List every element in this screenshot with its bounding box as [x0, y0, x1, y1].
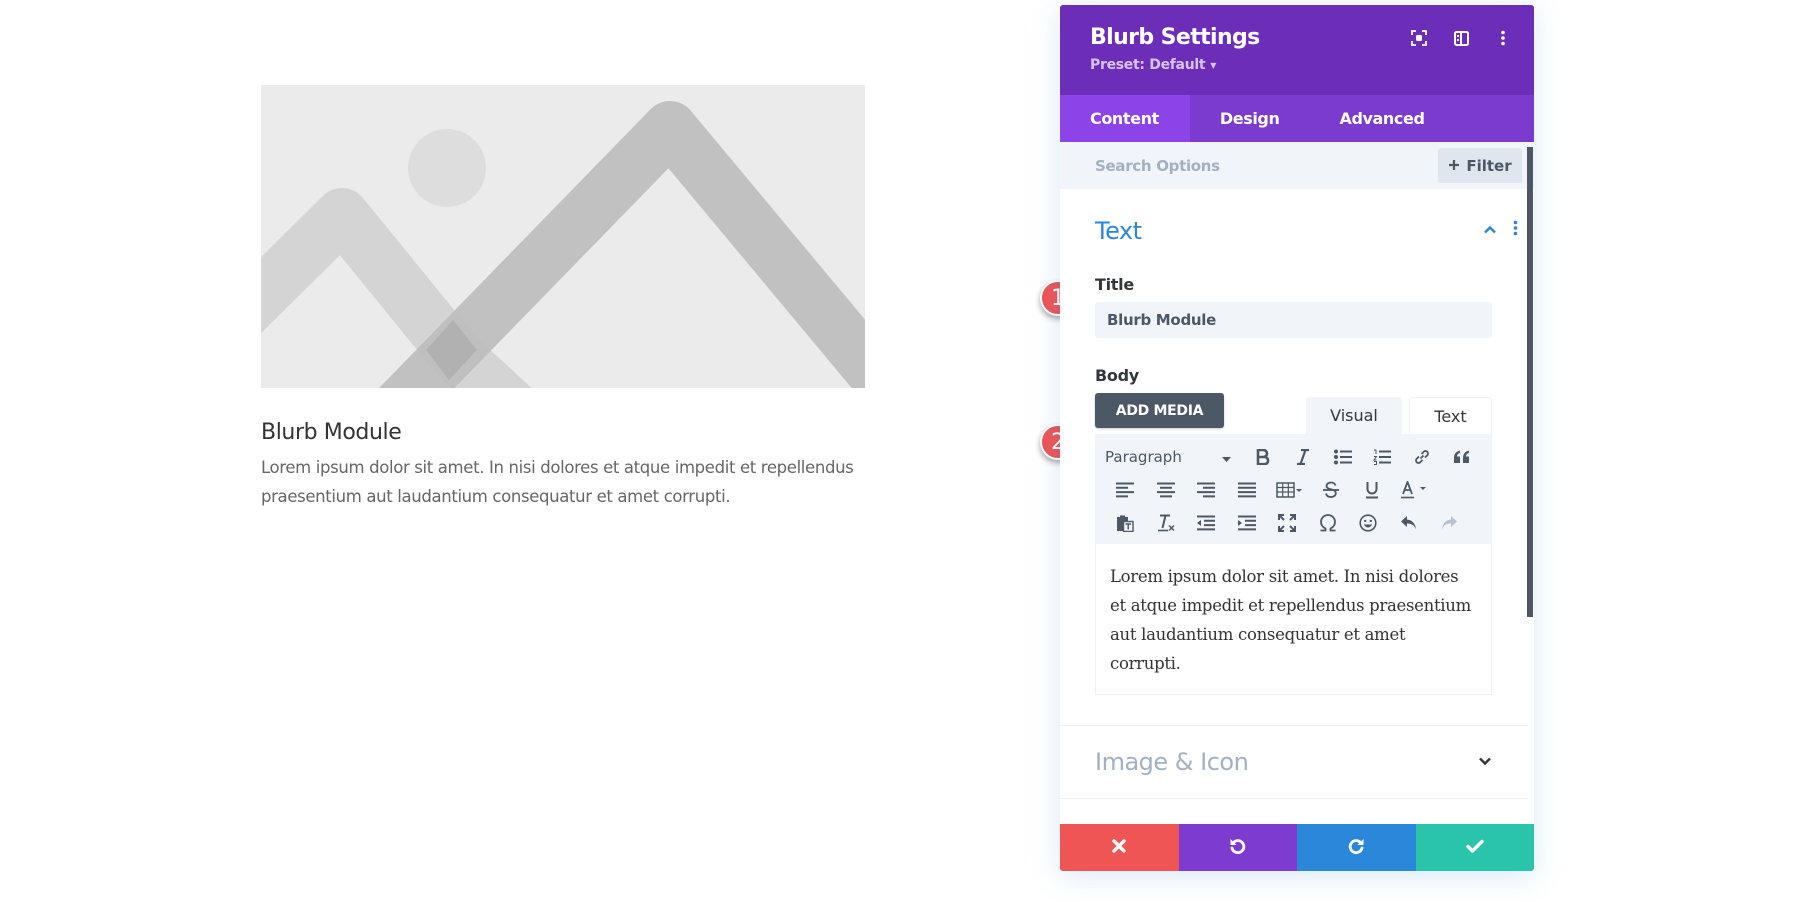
image-icon-section-header[interactable]: Image & Icon	[1060, 725, 1534, 798]
toolbar-row-1: Paragraph	[1105, 440, 1482, 473]
image-icon-section-title: Image & Icon	[1095, 747, 1249, 776]
clear-formatting-icon[interactable]	[1146, 508, 1187, 538]
settings-tabs: Content Design Advanced	[1060, 95, 1534, 142]
bullet-list-icon[interactable]	[1323, 442, 1363, 472]
italic-icon[interactable]	[1283, 442, 1323, 472]
toolbar-row-3	[1105, 506, 1482, 539]
text-section: Text Title Body ADD MEDIA Visual Text	[1060, 189, 1534, 695]
bold-icon[interactable]	[1243, 442, 1283, 472]
toolbar-row-2	[1105, 473, 1482, 506]
redo-icon[interactable]	[1429, 508, 1470, 538]
mountain-placeholder-icon	[261, 101, 865, 388]
blurb-body: Lorem ipsum dolor sit amet. In nisi dolo…	[261, 458, 854, 506]
format-select-value: Paragraph	[1105, 447, 1182, 466]
strikethrough-icon[interactable]	[1311, 475, 1352, 505]
undo-button[interactable]	[1178, 824, 1297, 871]
fullscreen-icon[interactable]	[1267, 508, 1308, 538]
search-row: Filter	[1060, 142, 1534, 189]
tab-design[interactable]: Design	[1190, 95, 1310, 142]
redo-icon	[1347, 837, 1365, 858]
title-input[interactable]	[1095, 302, 1492, 338]
action-bar	[1060, 824, 1534, 871]
save-button[interactable]	[1415, 824, 1534, 871]
expand-icon[interactable]	[1410, 29, 1428, 47]
section-more-icon[interactable]	[1513, 220, 1518, 241]
table-icon[interactable]	[1267, 475, 1311, 505]
blockquote-icon[interactable]	[1442, 442, 1482, 472]
check-icon	[1466, 839, 1484, 856]
align-right-icon[interactable]	[1186, 475, 1227, 505]
tab-content[interactable]: Content	[1060, 95, 1190, 142]
cancel-button[interactable]	[1060, 824, 1179, 871]
filter-button[interactable]: Filter	[1438, 148, 1522, 183]
tab-advanced[interactable]: Advanced	[1309, 95, 1454, 142]
more-vertical-icon[interactable]	[1494, 29, 1512, 47]
indent-icon[interactable]	[1227, 508, 1268, 538]
body-label: Body	[1095, 366, 1139, 385]
preset-dropdown[interactable]: Preset: Default ▼	[1090, 57, 1216, 73]
blurb-preview: Blurb Module Lorem ipsum dolor sit amet.…	[261, 85, 865, 511]
plus-icon	[1448, 157, 1460, 175]
search-options-input[interactable]	[1095, 156, 1395, 175]
text-color-icon[interactable]	[1392, 475, 1436, 505]
caret-down-icon	[1221, 448, 1231, 466]
close-icon	[1112, 839, 1126, 856]
split-view-icon[interactable]	[1452, 29, 1470, 47]
preset-label: Preset: Default	[1090, 57, 1206, 73]
add-media-button[interactable]: ADD MEDIA	[1095, 393, 1224, 428]
filter-label: Filter	[1466, 156, 1512, 175]
chevron-up-icon[interactable]	[1483, 221, 1497, 239]
special-character-icon[interactable]	[1308, 508, 1349, 538]
redo-button[interactable]	[1297, 824, 1416, 871]
title-label: Title	[1095, 275, 1134, 294]
header-actions	[1410, 29, 1512, 47]
undo-icon	[1229, 837, 1247, 858]
editor-mode-tabs: Visual Text	[1306, 397, 1492, 434]
outdent-icon[interactable]	[1186, 508, 1227, 538]
text-section-title: Text	[1095, 217, 1142, 245]
body-editor[interactable]: Lorem ipsum dolor sit amet. In nisi dolo…	[1095, 544, 1492, 695]
blurb-settings-panel: Blurb Settings Preset: Default ▼ Content…	[1060, 5, 1534, 871]
editor-tab-visual[interactable]: Visual	[1306, 397, 1402, 434]
format-select[interactable]: Paragraph	[1105, 448, 1243, 466]
blurb-title: Blurb Module	[261, 420, 402, 445]
align-left-icon[interactable]	[1105, 475, 1146, 505]
align-center-icon[interactable]	[1146, 475, 1187, 505]
align-justify-icon[interactable]	[1227, 475, 1268, 505]
editor-tab-text[interactable]: Text	[1409, 397, 1492, 434]
emoji-icon[interactable]	[1348, 508, 1389, 538]
panel-header: Blurb Settings Preset: Default ▼	[1060, 5, 1534, 95]
placeholder-image	[261, 85, 865, 388]
paste-as-text-icon[interactable]	[1105, 508, 1146, 538]
editor-toolbar: Paragraph	[1095, 434, 1492, 544]
numbered-list-icon[interactable]	[1362, 442, 1402, 472]
text-section-header[interactable]: Text	[1095, 189, 1518, 271]
caret-down-icon: ▼	[1210, 60, 1217, 70]
chevron-down-icon	[1478, 753, 1492, 771]
section-divider	[1060, 798, 1528, 799]
editor-top: ADD MEDIA Visual Text	[1095, 393, 1492, 434]
section-tools	[1483, 220, 1518, 241]
undo-icon[interactable]	[1389, 508, 1430, 538]
underline-icon[interactable]	[1352, 475, 1393, 505]
link-icon[interactable]	[1402, 442, 1442, 472]
